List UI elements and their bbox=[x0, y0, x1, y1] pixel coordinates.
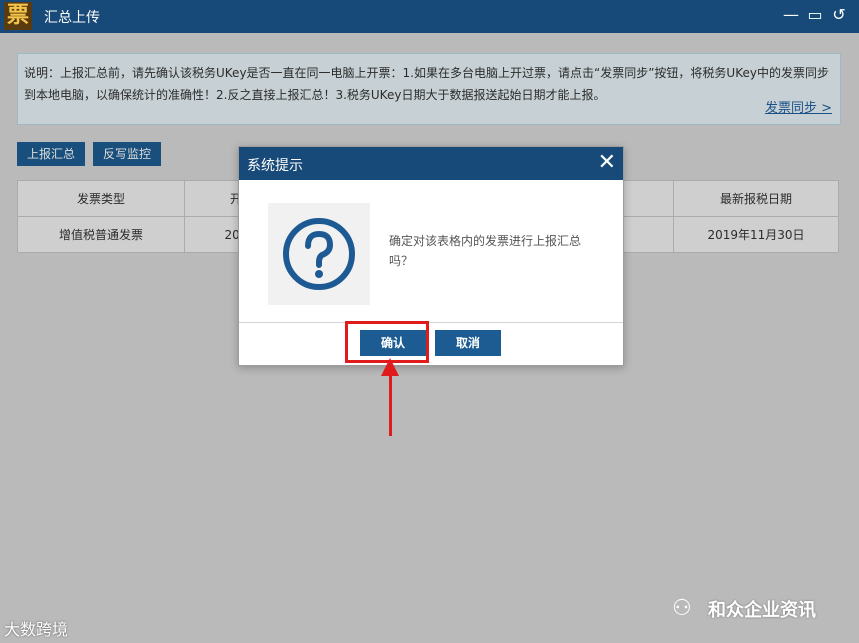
close-icon[interactable]: ✕ bbox=[598, 150, 616, 176]
back-button[interactable]: ↺ bbox=[831, 6, 847, 24]
dialog-header: 系统提示 ✕ bbox=[239, 147, 623, 180]
dialog-title: 系统提示 bbox=[247, 158, 303, 174]
system-prompt-dialog: 系统提示 ✕ 确定对该表格内的发票进行上报汇总吗？ 确认 取消 bbox=[238, 146, 624, 366]
wechat-icon: ⚇ bbox=[672, 596, 692, 621]
window-title: 汇总上传 bbox=[44, 10, 100, 26]
confirm-highlight-box bbox=[345, 321, 429, 363]
watermark-right-text: 和众企业资讯 bbox=[708, 600, 816, 621]
question-icon bbox=[268, 203, 370, 305]
watermark-left: 大数跨境 bbox=[4, 620, 69, 639]
minimize-button[interactable]: — bbox=[783, 6, 799, 24]
maximize-button[interactable]: ▭ bbox=[807, 6, 823, 24]
app-logo: 票 bbox=[4, 2, 32, 30]
dialog-divider bbox=[239, 322, 623, 323]
arrow-shaft bbox=[389, 374, 392, 436]
title-bar: 票 汇总上传 — ▭ ↺ bbox=[0, 0, 859, 33]
cancel-button[interactable]: 取消 bbox=[435, 330, 501, 356]
dialog-message: 确定对该表格内的发票进行上报汇总吗？ bbox=[389, 234, 582, 268]
